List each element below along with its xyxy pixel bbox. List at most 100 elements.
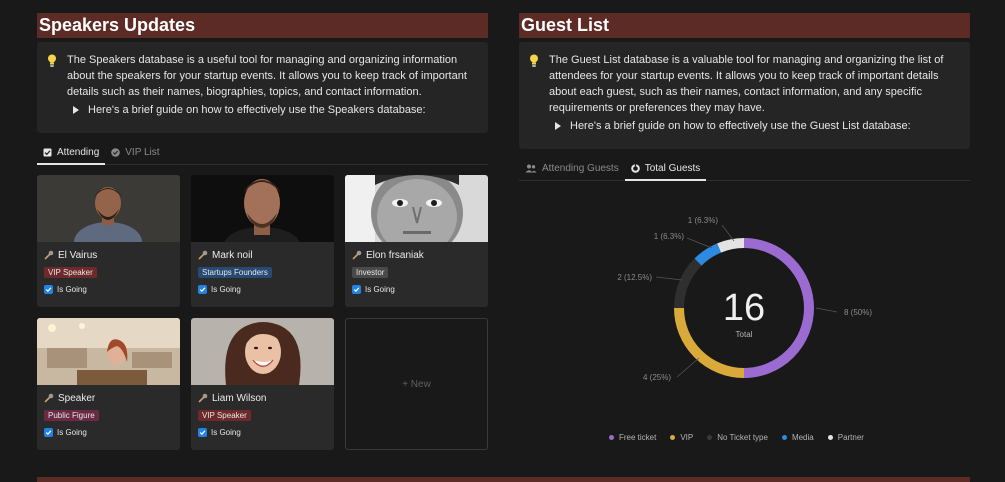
checkbox-checked-icon: [198, 285, 207, 294]
donut-slice-no-ticket-type[interactable]: [674, 258, 702, 309]
label-leader-line: [815, 307, 838, 313]
speakers-description: The Speakers database is a useful tool f…: [67, 54, 467, 98]
label-leader-line: [721, 224, 735, 242]
label-leader-line: [655, 276, 683, 281]
legend-item-free-ticket[interactable]: Free ticket: [609, 433, 656, 442]
label-leader-line: [686, 237, 713, 249]
legend-dot: [609, 435, 614, 440]
speaker-tag: Investor: [352, 267, 389, 278]
speakers-header: Speakers Updates: [37, 13, 488, 38]
speaker-name-text: Mark noil: [212, 249, 253, 261]
slice-data-label: 1 (6.3%): [654, 232, 685, 241]
tab-vip-list[interactable]: VIP List: [105, 141, 165, 165]
label-leader-line: [676, 357, 700, 378]
is-going-label: Is Going: [211, 285, 241, 294]
speaker-photo: [37, 175, 180, 242]
legend-dot: [707, 435, 713, 440]
speakers-title: Speakers Updates: [39, 15, 196, 35]
is-going-label: Is Going: [211, 428, 241, 437]
checkbox-checked-icon: [352, 285, 361, 294]
lightbulb-icon: [530, 54, 538, 67]
speaker-name: Liam Wilson: [191, 385, 334, 405]
people-icon: [525, 164, 537, 172]
guests-header: Guest List: [519, 13, 970, 38]
speaker-name: El Vairus: [37, 242, 180, 262]
is-going-checkbox[interactable]: Is Going: [352, 285, 488, 294]
checkbox-icon: [43, 148, 52, 156]
legend-item-media[interactable]: Media: [781, 433, 814, 442]
speaker-photo: [37, 318, 180, 385]
donut-icon: [630, 163, 640, 173]
checkbox-checked-icon: [44, 428, 53, 437]
speaker-name-text: Liam Wilson: [212, 392, 267, 404]
guests-callout: The Guest List database is a valuable to…: [519, 42, 970, 149]
new-card-label: + New: [402, 378, 431, 390]
speaker-name: Mark noil: [191, 242, 334, 262]
tab-total-guests[interactable]: Total Guests: [624, 157, 707, 181]
guests-title: Guest List: [521, 15, 610, 35]
donut-total-label: Total: [736, 330, 753, 339]
speaker-name: Elon frsaniak: [345, 242, 488, 262]
speakers-section: Speakers Updates The Speakers database i…: [37, 13, 488, 450]
legend-label: Partner: [837, 433, 864, 442]
is-going-label: Is Going: [57, 428, 87, 437]
legend-item-no-ticket-type[interactable]: No Ticket type: [707, 433, 768, 442]
speakers-callout: The Speakers database is a useful tool f…: [37, 42, 488, 133]
tab-attending[interactable]: Attending: [37, 141, 106, 165]
tab-label: Attending: [57, 146, 100, 158]
speaker-tag: Public Figure: [44, 410, 99, 421]
chart-legend: Free ticket VIP No Ticket type Media Par…: [609, 433, 864, 442]
slice-data-label: 2 (12.5%): [617, 273, 652, 282]
legend-label: Free ticket: [619, 433, 657, 442]
legend-dot: [670, 435, 676, 440]
speaker-name-text: Speaker: [58, 392, 96, 404]
speakers-guide-text: Here's a brief guide on how to effective…: [88, 104, 426, 116]
tab-attending-guests[interactable]: Attending Guests: [519, 157, 625, 181]
checkbox-checked-icon: [44, 285, 53, 294]
donut-total-value: 16: [723, 287, 765, 329]
is-going-checkbox[interactable]: Is Going: [44, 428, 180, 437]
guests-guide-toggle[interactable]: Here's a brief guide on how to effective…: [555, 120, 956, 132]
guests-guide-text: Here's a brief guide on how to effective…: [570, 120, 911, 132]
speaker-name: Speaker: [37, 385, 180, 405]
speaker-tag: Startups Founders: [198, 267, 272, 278]
speaker-tag: VIP Speaker: [198, 410, 251, 421]
legend-label: Media: [791, 433, 814, 442]
speaker-card[interactable]: Mark noil Startups Founders Is Going: [191, 175, 334, 307]
toggle-triangle-icon: [73, 106, 79, 114]
lightbulb-icon: [48, 54, 56, 67]
microphone-icon: [352, 250, 362, 260]
check-circle-icon: [111, 147, 121, 157]
speaker-photo: [191, 175, 334, 242]
guests-section: Guest List The Guest List database is a …: [519, 13, 970, 471]
legend-item-partner[interactable]: Partner: [827, 433, 864, 442]
speaker-card[interactable]: Speaker Public Figure Is Going: [37, 318, 180, 450]
speaker-photo: [345, 175, 488, 242]
speakers-guide-toggle[interactable]: Here's a brief guide on how to effective…: [73, 104, 474, 116]
microphone-icon: [198, 250, 208, 260]
donut-slice-partner[interactable]: [717, 238, 745, 253]
speaker-card[interactable]: Liam Wilson VIP Speaker Is Going: [191, 318, 334, 450]
speaker-photo: [191, 318, 334, 385]
microphone-icon: [44, 393, 54, 403]
speaker-name-text: Elon frsaniak: [366, 249, 424, 261]
microphone-icon: [44, 250, 54, 260]
is-going-checkbox[interactable]: Is Going: [198, 285, 334, 294]
speaker-name-text: El Vairus: [58, 249, 98, 261]
legend-label: No Ticket type: [717, 433, 768, 442]
speakers-tabs: Attending VIP List: [37, 141, 488, 165]
speaker-card[interactable]: El Vairus VIP Speaker Is Going: [37, 175, 180, 307]
legend-item-vip[interactable]: VIP: [670, 433, 693, 442]
tab-label: Attending Guests: [542, 162, 619, 174]
is-going-checkbox[interactable]: Is Going: [44, 285, 180, 294]
speakers-gallery: El Vairus VIP Speaker Is Going Mark noil: [37, 175, 488, 450]
speaker-card[interactable]: Elon frsaniak Investor Is Going: [345, 175, 488, 307]
donut-slice-media[interactable]: [694, 243, 722, 266]
is-going-label: Is Going: [57, 285, 87, 294]
legend-dot: [781, 435, 787, 440]
new-card-button[interactable]: + New: [345, 318, 488, 450]
microphone-icon: [198, 393, 208, 403]
toggle-triangle-icon: [555, 122, 561, 130]
slice-data-label: 4 (25%): [643, 373, 671, 382]
is-going-checkbox[interactable]: Is Going: [198, 428, 334, 437]
